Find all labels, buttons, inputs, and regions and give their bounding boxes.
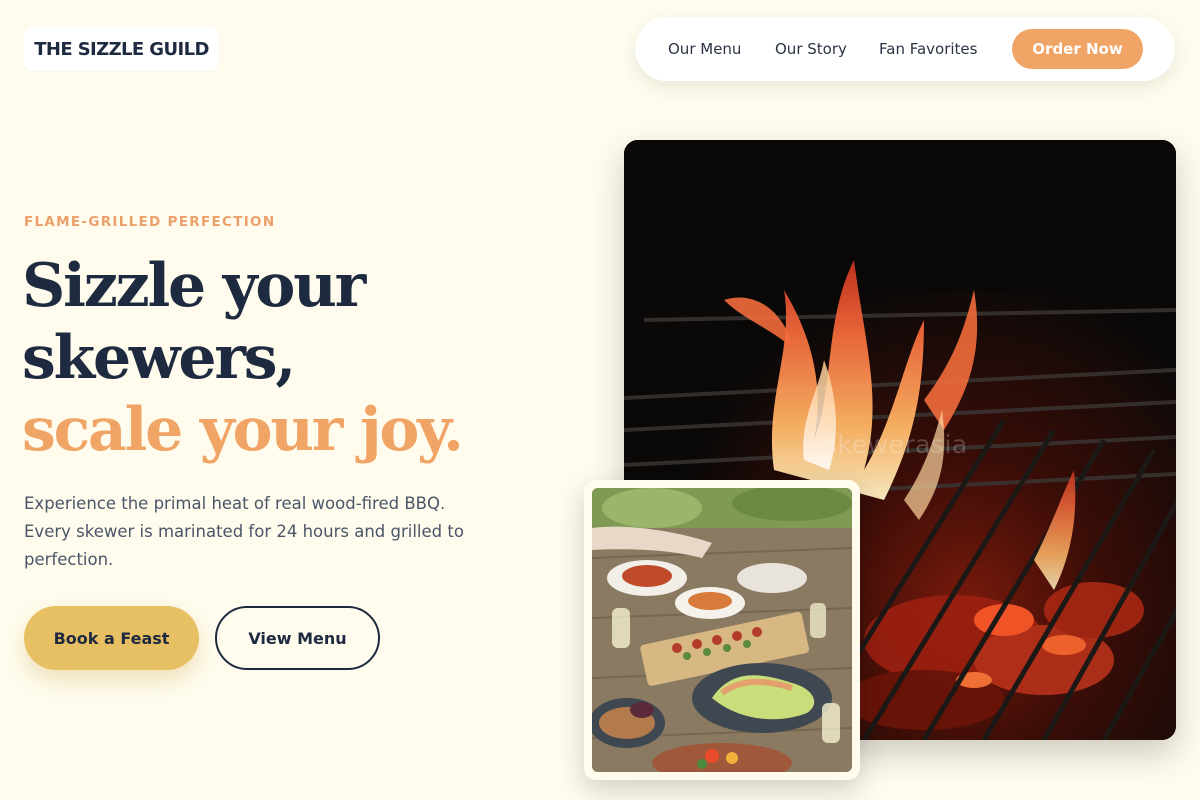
headline-line-1: Sizzle your xyxy=(22,251,366,321)
photo-watermark: skewerasia xyxy=(824,430,968,459)
order-now-button[interactable]: Order Now xyxy=(1012,29,1143,69)
headline-line-2: skewers, xyxy=(22,323,296,393)
book-a-feast-button[interactable]: Book a Feast xyxy=(24,606,199,670)
feast-table-photo-frame xyxy=(584,480,860,780)
view-menu-button[interactable]: View Menu xyxy=(215,606,380,670)
nav-link-our-story[interactable]: Our Story xyxy=(775,17,847,81)
feast-table-photo xyxy=(592,488,852,772)
headline-accent: scale your joy. xyxy=(22,395,464,465)
brand-logo[interactable]: THE SIZZLE GUILD xyxy=(24,27,219,71)
hero-description: Experience the primal heat of real wood-… xyxy=(24,494,464,569)
nav-link-our-menu[interactable]: Our Menu xyxy=(668,17,741,81)
nav-link-fan-favorites[interactable]: Fan Favorites xyxy=(879,17,977,81)
hero-headline: Sizzle your skewers, scale your joy. xyxy=(22,250,464,466)
main-nav: Our Menu Our Story Fan Favorites Order N… xyxy=(635,17,1175,81)
hero-eyebrow: FLAME-GRILLED PERFECTION xyxy=(24,214,276,230)
